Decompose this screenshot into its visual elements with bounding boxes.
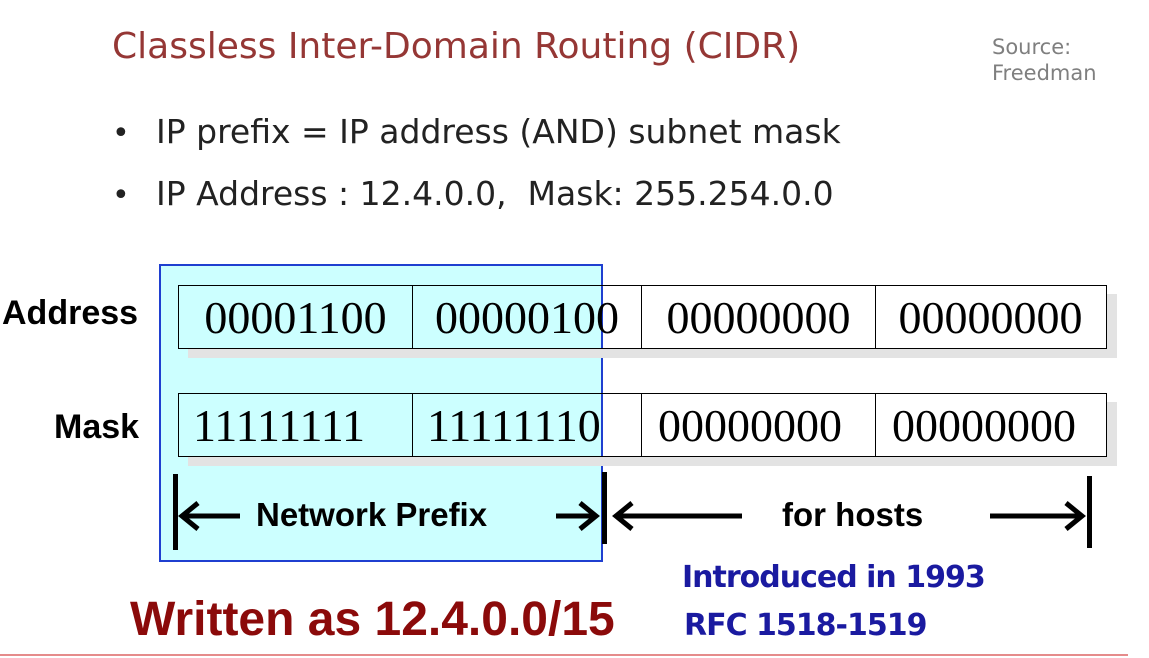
network-right-arrow-icon (556, 501, 600, 531)
hosts-left-arrow-icon (612, 501, 742, 531)
hosts-label: for hosts (782, 496, 924, 533)
network-left-arrow-icon (178, 501, 240, 531)
cidr-notation: Written as 12.4.0.0/15 (130, 593, 615, 646)
introduced-note: Introduced in 1993 (682, 560, 986, 595)
network-prefix-label: Network Prefix (256, 496, 488, 533)
bottom-divider (0, 654, 1128, 656)
hosts-right-arrow-icon (990, 501, 1086, 531)
rfc-note: RFC 1518-1519 (684, 608, 927, 643)
